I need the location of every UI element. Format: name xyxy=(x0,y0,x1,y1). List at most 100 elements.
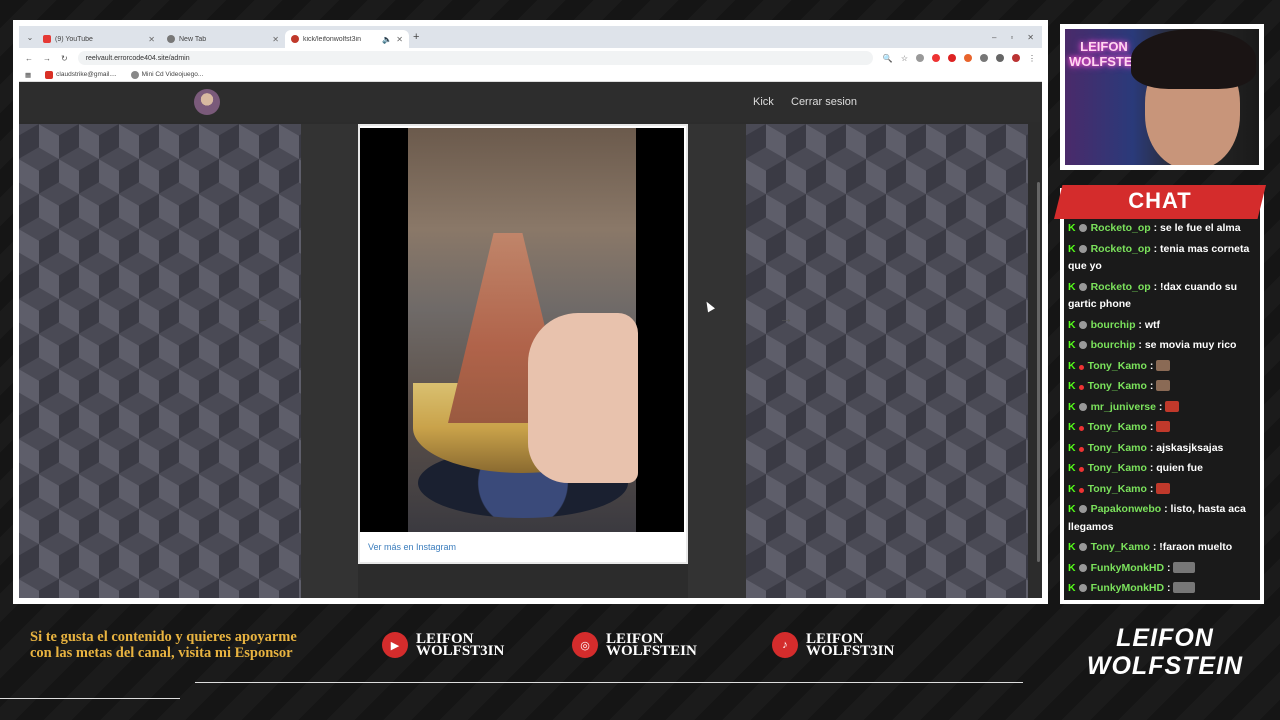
chat-text: : xyxy=(1146,421,1157,433)
chat-username[interactable]: mr_juniverse xyxy=(1091,401,1156,413)
kick-badge-icon: K xyxy=(1068,280,1076,293)
nav-logout-link[interactable]: Cerrar sesion xyxy=(791,96,857,108)
chat-text: : xyxy=(1164,561,1174,574)
user-badge-icon xyxy=(1078,584,1087,592)
instagram-embed-card: Ver más en Instagram xyxy=(358,124,688,564)
chat-frame: K Rocketo_op : se le fue el alma K Rocketo_… xyxy=(1060,188,1264,604)
extension-icon[interactable] xyxy=(916,54,924,62)
scrollbar[interactable] xyxy=(1037,182,1040,562)
chat-username[interactable]: Rocketo_op xyxy=(1091,243,1151,255)
chat-username[interactable]: FunkyMonkHD xyxy=(1091,582,1165,594)
forward-icon[interactable]: → xyxy=(43,54,51,63)
brand-line-2: WOLFSTEIN xyxy=(1086,652,1244,680)
close-window-icon[interactable]: ✕ xyxy=(1027,33,1034,42)
tab-youtube[interactable]: (9) YouTube ✕ xyxy=(37,30,161,48)
reload-icon[interactable]: ↻ xyxy=(61,54,68,63)
metamask-icon[interactable] xyxy=(964,54,972,62)
tab-new-tab[interactable]: New Tab ✕ xyxy=(161,30,285,48)
extension-icon[interactable] xyxy=(932,54,940,62)
new-tab-button[interactable]: + xyxy=(413,31,419,43)
kick-badge-icon: K xyxy=(1068,541,1076,553)
bookmark-gmail[interactable]: claudstrike@gmail.... xyxy=(45,70,117,79)
video-player[interactable] xyxy=(360,128,684,532)
dim-column-left xyxy=(301,124,358,598)
tiktok-handle: LEIFON WOLFST3IN xyxy=(806,632,894,659)
back-icon[interactable]: ← xyxy=(25,54,33,63)
chat-username[interactable]: Tony_Kamo xyxy=(1088,380,1147,392)
nav-kick-link[interactable]: Kick xyxy=(753,96,774,108)
chat-text: : se le fue el alma xyxy=(1150,222,1241,234)
kick-badge-icon: K xyxy=(1068,421,1076,433)
chat-message: K Papakonwebo : listo, hasta aca llegamos xyxy=(1068,501,1258,536)
instagram-social: ◎ LEIFON WOLFSTEIN xyxy=(572,632,697,659)
chat-username[interactable]: Rocketo_op xyxy=(1091,281,1151,293)
gmail-icon xyxy=(45,70,54,79)
kick-badge-icon: K xyxy=(1068,400,1076,413)
chat-message: K Tony_Kamo : xyxy=(1068,358,1258,376)
chat-username[interactable]: Tony_Kamo xyxy=(1088,462,1147,474)
speaker-icon[interactable]: 🔈 xyxy=(382,35,392,44)
tab-search-icon[interactable]: ⌄ xyxy=(23,33,37,42)
chat-username[interactable]: bourchip xyxy=(1091,339,1136,351)
tab-kick[interactable]: kick/leifonwolfst3in 🔈 ✕ xyxy=(285,30,409,48)
webcam-frame: LEIFON WOLFSTEIN xyxy=(1060,24,1264,170)
kick-badge-icon: K xyxy=(1068,380,1076,392)
puzzle-icon[interactable] xyxy=(980,54,988,62)
instagram-handle: LEIFON WOLFSTEIN xyxy=(606,632,697,659)
kick-badge-icon: K xyxy=(1068,582,1076,594)
tiktok-social: ♪ LEIFON WOLFST3IN xyxy=(772,632,894,659)
close-icon[interactable]: ✕ xyxy=(148,35,155,44)
chat-username[interactable]: bourchip xyxy=(1091,319,1136,331)
zoom-icon[interactable]: 🔍 xyxy=(883,54,893,63)
bottom-bar: Si te gusta el contenido y quieres apoya… xyxy=(0,612,1280,720)
instagram-icon: ◎ xyxy=(572,632,598,658)
chat-username[interactable]: Papakonwebo xyxy=(1091,503,1162,515)
avatar[interactable] xyxy=(1012,54,1020,62)
bookmark-minicd[interactable]: Mini Cd Videojuego... xyxy=(130,70,204,79)
url-field[interactable]: reelvault.errorcode404.site/admin xyxy=(77,51,873,65)
divider-line xyxy=(0,698,180,699)
chat-username[interactable]: Tony_Kamo xyxy=(1088,442,1147,454)
chat-username[interactable]: Rocketo_op xyxy=(1091,222,1151,234)
restore-icon[interactable]: ▫ xyxy=(1010,33,1013,42)
close-icon[interactable]: ✕ xyxy=(272,35,279,44)
user-badge-icon xyxy=(1078,364,1084,370)
user-badge-icon xyxy=(1078,385,1084,390)
chat-username[interactable]: Tony_Kamo xyxy=(1088,360,1147,372)
kick-badge-icon: K xyxy=(1068,222,1076,234)
menu-icon[interactable]: ⋮ xyxy=(1028,54,1036,63)
tab-title: kick/leifonwolfst3in xyxy=(303,35,361,43)
minimize-icon[interactable]: – xyxy=(992,33,996,42)
chat-username[interactable]: FunkyMonkHD xyxy=(1091,562,1165,574)
opera-icon[interactable] xyxy=(948,54,956,62)
chat-text: : se movia muy rico xyxy=(1135,339,1237,351)
chat-text: : xyxy=(1155,400,1166,413)
close-icon[interactable]: ✕ xyxy=(396,35,403,44)
prev-arrow-icon[interactable]: ← xyxy=(255,310,269,326)
web-page: Kick Cerrar sesion ← → Ver más en Instag… xyxy=(19,82,1042,598)
star-icon[interactable]: ☆ xyxy=(901,54,908,63)
video-hand xyxy=(528,313,638,483)
tiktok-icon: ♪ xyxy=(772,632,798,658)
kick-badge-icon: K xyxy=(1068,462,1076,474)
user-badge-icon xyxy=(1078,426,1084,431)
instagram-link[interactable]: Ver más en Instagram xyxy=(368,542,456,552)
user-badge-icon xyxy=(1078,543,1087,551)
chat-username[interactable]: Tony_Kamo xyxy=(1088,421,1147,433)
chat-text: : wtf xyxy=(1135,318,1161,331)
site-logo[interactable] xyxy=(194,89,220,115)
chat-text: : ajskasjksajas xyxy=(1146,441,1224,454)
tab-title: New Tab xyxy=(179,35,207,43)
apps-icon[interactable]: ▦ xyxy=(25,71,31,79)
bookmark-label: Mini Cd Videojuego... xyxy=(141,71,204,78)
user-badge-icon xyxy=(1078,341,1087,349)
chat-username[interactable]: Tony_Kamo xyxy=(1088,483,1147,495)
next-arrow-icon[interactable]: → xyxy=(779,310,793,326)
profile-icon[interactable] xyxy=(996,54,1004,62)
video-frame xyxy=(408,128,638,532)
chat-username[interactable]: Tony_Kamo xyxy=(1091,541,1150,553)
kick-badge-icon: K xyxy=(1068,503,1076,515)
neon-line-2: WOLFSTEIN xyxy=(1069,54,1146,69)
user-badge-icon xyxy=(1078,402,1087,411)
background-pattern-left xyxy=(19,124,301,598)
